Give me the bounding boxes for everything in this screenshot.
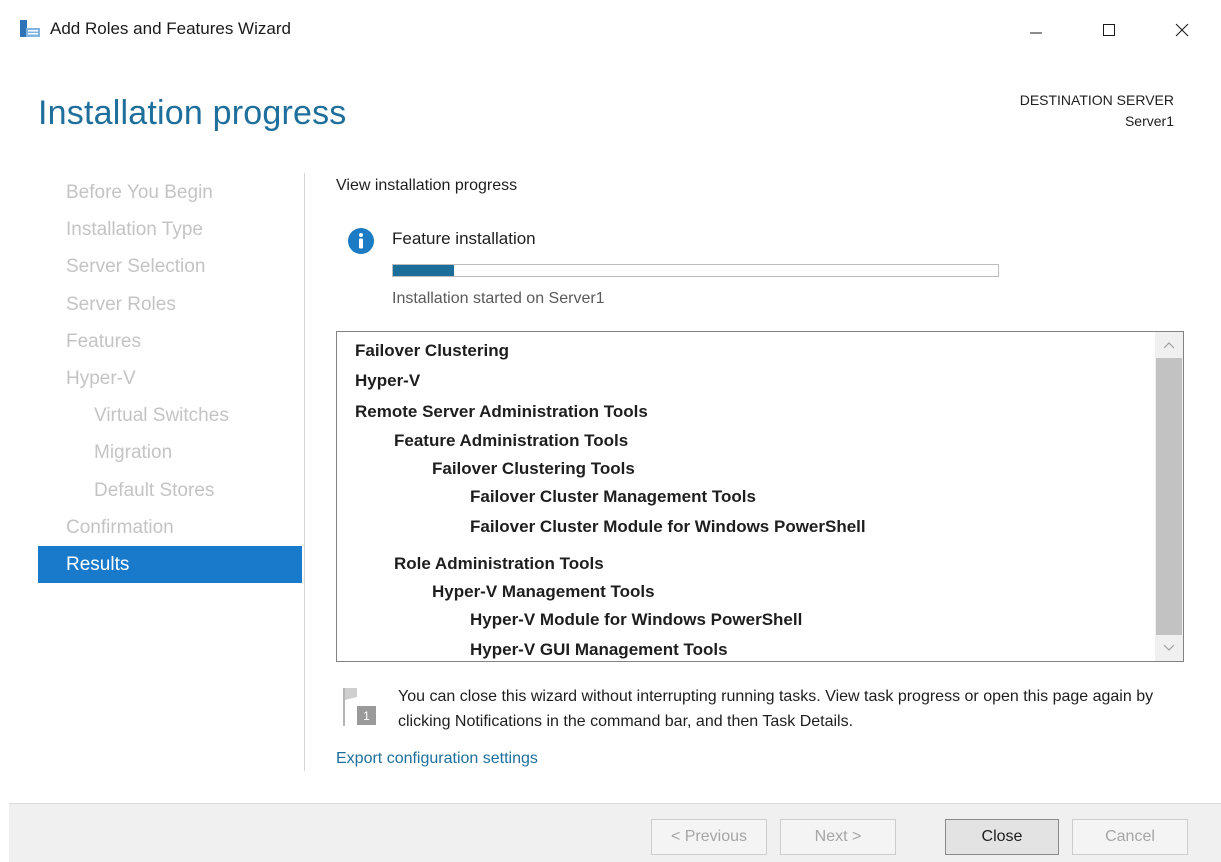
nav-item-results[interactable]: Results	[38, 545, 302, 584]
result-item: Failover Cluster Management Tools	[470, 487, 756, 506]
result-item: Hyper-V Module for Windows PowerShell	[470, 610, 803, 629]
destination-server-value: Server1	[1124, 113, 1174, 129]
window-title: Add Roles and Features Wizard	[50, 19, 291, 38]
maximize-icon	[1103, 24, 1115, 36]
progress-fill	[393, 265, 454, 276]
nav-item-server-roles[interactable]: Server Roles	[38, 286, 302, 323]
wizard-steps-nav: Before You Begin Installation Type Server …	[38, 174, 302, 584]
nav-item-virtual-switches[interactable]: Virtual Switches	[38, 397, 302, 434]
notice-text: You can close this wizard without interr…	[398, 688, 1154, 730]
installation-status-text: Installation started on Server1	[392, 290, 605, 307]
maximize-button[interactable]	[1086, 14, 1132, 46]
chevron-up-icon	[1163, 342, 1175, 349]
minimize-button[interactable]	[1013, 14, 1059, 46]
nav-item-migration[interactable]: Migration	[38, 434, 302, 471]
result-item: Remote Server Administration Tools	[355, 402, 648, 421]
result-item: Hyper-V Management Tools	[432, 582, 655, 601]
result-item: Hyper-V	[355, 371, 421, 390]
close-button[interactable]: Close	[945, 819, 1059, 855]
export-configuration-link[interactable]: Export configuration settings	[336, 750, 538, 768]
installation-progress-bar	[392, 264, 999, 277]
notification-badge-count: 1	[363, 709, 370, 723]
scroll-up-button[interactable]	[1155, 332, 1183, 358]
result-item: Failover Clustering Tools	[432, 459, 635, 478]
section-label: View installation progress	[336, 177, 518, 194]
nav-item-server-selection[interactable]: Server Selection	[38, 248, 302, 285]
page-title: Installation progress	[38, 94, 347, 132]
cancel-button[interactable]: Cancel	[1072, 819, 1188, 855]
close-window-button[interactable]	[1159, 14, 1205, 46]
nav-item-confirmation[interactable]: Confirmation	[38, 509, 302, 546]
result-item: Hyper-V GUI Management Tools	[470, 640, 728, 659]
title-bar: Add Roles and Features Wizard	[0, 0, 1221, 60]
minimize-icon	[1030, 32, 1042, 34]
destination-server-label: DESTINATION SERVER	[1019, 92, 1174, 108]
result-item: Failover Cluster Module for Windows Powe…	[470, 517, 866, 536]
scroll-thumb[interactable]	[1156, 358, 1182, 635]
results-list-box[interactable]: Failover Clustering Hyper-V Remote Server …	[336, 331, 1184, 662]
close-icon	[1175, 23, 1189, 37]
nav-item-features[interactable]: Features	[38, 323, 302, 360]
results-scrollbar[interactable]	[1155, 332, 1183, 661]
nav-divider	[304, 173, 305, 771]
next-button[interactable]: Next >	[780, 819, 896, 855]
nav-item-installation-type[interactable]: Installation Type	[38, 211, 302, 248]
nav-item-hyper-v[interactable]: Hyper-V	[38, 360, 302, 397]
chevron-down-icon	[1163, 644, 1175, 651]
server-manager-icon	[20, 20, 40, 37]
result-item: Failover Clustering	[355, 341, 509, 360]
result-item: Role Administration Tools	[394, 554, 604, 573]
notification-flag-icon: 1	[343, 688, 376, 726]
results-list: Failover Clustering Hyper-V Remote Server …	[337, 332, 1153, 661]
feature-installation-label: Feature installation	[392, 229, 536, 248]
result-item: Feature Administration Tools	[394, 431, 629, 450]
info-icon	[348, 228, 374, 254]
scroll-down-button[interactable]	[1155, 635, 1183, 661]
previous-button[interactable]: < Previous	[651, 819, 767, 855]
nav-item-before-you-begin[interactable]: Before You Begin	[38, 174, 302, 211]
nav-item-default-stores[interactable]: Default Stores	[38, 472, 302, 509]
